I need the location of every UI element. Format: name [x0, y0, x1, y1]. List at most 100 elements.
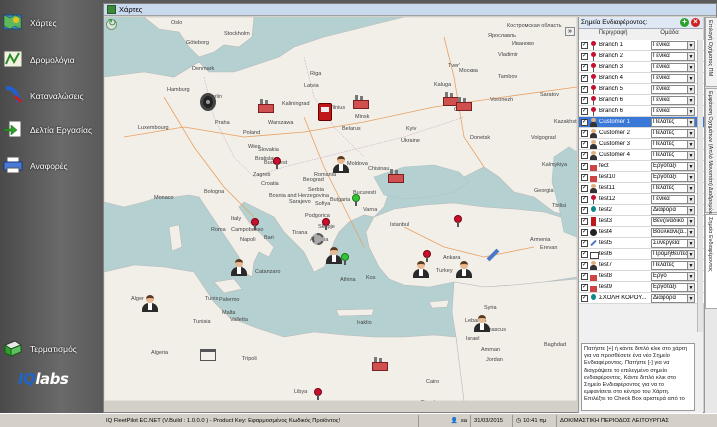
chevron-down-icon[interactable]: ▼ [688, 139, 695, 149]
col-group[interactable]: Ομάδα [647, 30, 692, 39]
chevron-down-icon[interactable]: ▼ [688, 95, 695, 105]
poi-row[interactable]: ✓ test4 Βουλκανιζα... ▼ [579, 227, 704, 238]
chevron-down-icon[interactable]: ▼ [688, 128, 695, 138]
poi-visible-checkbox[interactable]: ✓ [581, 129, 588, 137]
nav-reports[interactable]: Αναφορές [3, 155, 101, 177]
poi-row[interactable]: ✓ Customer 2 Πελάτες ▼ [579, 128, 704, 139]
poi-row[interactable]: ✓ Branch 6 Γενικά ▼ [579, 95, 704, 106]
poi-group-select[interactable]: Πελάτες [651, 139, 688, 149]
chevron-down-icon[interactable]: ▼ [688, 84, 695, 94]
poi-row[interactable]: ✓ Branch 2 Γενικά ▼ [579, 51, 704, 62]
add-poi-button[interactable]: + [680, 18, 689, 27]
poi-group-select[interactable]: Εργοτάξι [651, 161, 688, 171]
poi-group-select[interactable]: Πελάτες [651, 150, 688, 160]
poi-visible-checkbox[interactable]: ✓ [581, 195, 588, 203]
customer-marker[interactable] [231, 258, 247, 276]
chevron-down-icon[interactable]: ▼ [688, 194, 695, 204]
refresh-button[interactable] [106, 18, 117, 30]
poi-row[interactable]: ✓ fect Εργοτάξι ▼ [579, 161, 704, 172]
chevron-down-icon[interactable]: ▼ [688, 260, 695, 270]
poi-visible-checkbox[interactable]: ✓ [581, 228, 588, 236]
nav-consumption[interactable]: Καταναλώσεις [3, 85, 101, 107]
poi-visible-checkbox[interactable]: ✓ [581, 96, 588, 104]
poi-group-select[interactable]: Γενικά [651, 73, 688, 83]
poi-row[interactable]: ✓ Branch 3 Γενικά ▼ [579, 62, 704, 73]
poi-group-select[interactable]: Προμηθευτές [651, 249, 688, 259]
factory-marker[interactable] [388, 169, 404, 183]
poi-group-select[interactable]: Βενζινάδικο [651, 216, 688, 226]
tab-vehicle-selection[interactable]: Επιλογή Οχήματος ΠΜ [705, 17, 717, 87]
chevron-down-icon[interactable]: ▼ [688, 216, 695, 226]
poi-row[interactable]: ✓ ΣΧΟΛΗ ΚΟΡΟΥ... Διάφορα ▼ [579, 293, 704, 304]
customer-marker[interactable] [333, 155, 349, 173]
poi-row[interactable]: ✓ test5 Συνεργεία ▼ [579, 238, 704, 249]
poi-group-select[interactable]: Γενικά [651, 51, 688, 61]
poi-visible-checkbox[interactable]: ✓ [581, 261, 588, 269]
tab-points-of-interest[interactable]: Σημεία Ενδιαφέροντος [705, 214, 717, 309]
poi-group-select[interactable]: Γενικά [651, 106, 688, 116]
poi-row[interactable]: ✓ test8 Εργο ▼ [579, 271, 704, 282]
poi-visible-checkbox[interactable]: ✓ [581, 140, 588, 148]
chevron-down-icon[interactable]: ▼ [688, 183, 695, 193]
poi-row[interactable]: ✓ Customer 1 Πελάτες ▼ [579, 117, 704, 128]
poi-visible-checkbox[interactable]: ✓ [581, 74, 588, 82]
chevron-down-icon[interactable]: ▼ [688, 62, 695, 72]
poi-group-select[interactable]: Εργο [651, 271, 688, 281]
poi-row[interactable]: ✓ test6 Προμηθευτές ▼ [579, 249, 704, 260]
poi-row[interactable]: ✓ test3 Βενζινάδικο ▼ [579, 216, 704, 227]
customer-marker[interactable] [326, 246, 342, 264]
poi-visible-checkbox[interactable]: ✓ [581, 63, 588, 71]
poi-visible-checkbox[interactable]: ✓ [581, 41, 588, 49]
nav-worksheets[interactable]: Δελτία Εργασίας [3, 119, 101, 141]
customer-marker[interactable] [456, 260, 472, 278]
branch-marker[interactable] [454, 215, 462, 227]
customer-marker[interactable] [142, 294, 158, 312]
poi-group-select[interactable]: Διάφορα [651, 293, 688, 303]
poi-visible-checkbox[interactable]: ✓ [581, 85, 588, 93]
branch-marker[interactable] [251, 218, 259, 230]
poi-row[interactable]: ✓ test12 Γενικά ▼ [579, 194, 704, 205]
chevron-down-icon[interactable]: ▼ [688, 293, 695, 303]
customer-marker[interactable] [413, 260, 429, 278]
poi-visible-checkbox[interactable]: ✓ [581, 184, 588, 192]
poi-visible-checkbox[interactable]: ✓ [581, 239, 588, 247]
chevron-down-icon[interactable]: ▼ [688, 161, 695, 171]
poi-group-select[interactable]: Εργοτάξι [651, 282, 688, 292]
poi-visible-checkbox[interactable]: ✓ [581, 173, 588, 181]
branch-marker[interactable] [273, 157, 281, 169]
poi-row[interactable]: ✓ test2 Διάφορα ▼ [579, 205, 704, 216]
poi-row[interactable]: ✓ Customer 4 Πελάτες ▼ [579, 150, 704, 161]
chevron-down-icon[interactable]: ▼ [688, 106, 695, 116]
poi-visible-checkbox[interactable]: ✓ [581, 217, 588, 225]
poi-visible-checkbox[interactable]: ✓ [581, 272, 588, 280]
gear-marker[interactable] [312, 233, 324, 245]
chevron-down-icon[interactable]: ▼ [688, 227, 695, 237]
poi-group-select[interactable]: Γενικά [651, 194, 688, 204]
tire-shop-marker[interactable] [200, 93, 216, 111]
chevron-down-icon[interactable]: ▼ [688, 238, 695, 248]
poi-row[interactable]: ✓ Customer 3 Πελάτες ▼ [579, 139, 704, 150]
chevron-down-icon[interactable]: ▼ [688, 271, 695, 281]
poi-group-select[interactable]: Πελάτες [651, 260, 688, 270]
poi-visible-checkbox[interactable]: ✓ [581, 107, 588, 115]
factory-marker[interactable] [258, 99, 274, 113]
poi-row[interactable]: ✓ Branch 5 Γενικά ▼ [579, 84, 704, 95]
poi-visible-checkbox[interactable]: ✓ [581, 206, 588, 214]
poi-visible-checkbox[interactable]: ✓ [581, 283, 588, 291]
poi-visible-checkbox[interactable]: ✓ [581, 294, 588, 302]
poi-visible-checkbox[interactable]: ✓ [581, 151, 588, 159]
poi-list-scrollbar[interactable] [697, 40, 703, 332]
poi-visible-checkbox[interactable]: ✓ [581, 162, 588, 170]
poi-group-select[interactable]: Γενικά [651, 40, 688, 50]
tab-route-display[interactable]: Εμφάνιση Οχημάτων (Απλό Μονοπάτι) Διαδρο… [705, 88, 717, 215]
poi-visible-checkbox[interactable]: ✓ [581, 52, 588, 60]
poi-row[interactable]: ✓ Branch 4 Γενικά ▼ [579, 73, 704, 84]
chevron-down-icon[interactable]: ▼ [688, 40, 695, 50]
factory-marker[interactable] [372, 357, 388, 371]
branch-marker[interactable] [314, 388, 322, 400]
poi-group-select[interactable]: Διάφορα [651, 205, 688, 215]
poi-visible-checkbox[interactable]: ✓ [581, 118, 588, 126]
poi-group-select[interactable]: Πελάτες [651, 183, 688, 193]
supplier-marker[interactable] [200, 349, 216, 361]
poi-group-select[interactable]: Γενικά [651, 84, 688, 94]
